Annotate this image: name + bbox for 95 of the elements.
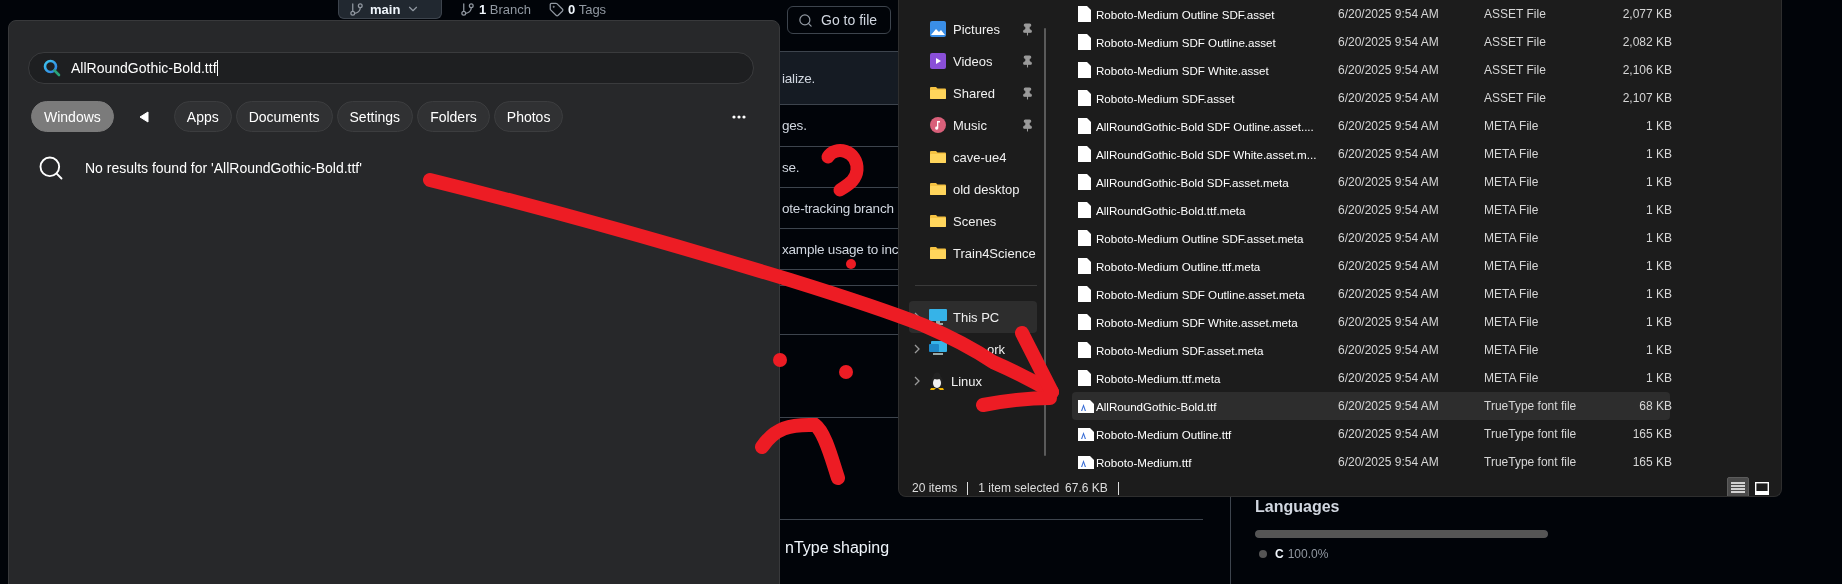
triangle-icon bbox=[138, 110, 149, 123]
commit-message: ialize. bbox=[782, 70, 816, 86]
font-file-icon bbox=[1078, 427, 1094, 441]
font-file-icon bbox=[1078, 399, 1094, 413]
go-to-file-button[interactable]: Go to file bbox=[787, 6, 891, 34]
file-row[interactable]: Roboto-Medium SDF White.asset.meta 6/20/2025 9:54 AM META File 1 KB bbox=[1072, 308, 1670, 336]
ink-dot bbox=[839, 365, 853, 379]
search-field[interactable]: AllRoundGothic-Bold.ttf bbox=[28, 52, 754, 84]
branch-icon bbox=[349, 1, 364, 17]
file-row[interactable]: AllRoundGothic-Bold SDF.asset.meta 6/20/2025 9:54 AM META File 1 KB bbox=[1072, 168, 1670, 196]
file-icon bbox=[1078, 314, 1091, 330]
file-row[interactable]: Roboto-Medium SDF Outline.asset 6/20/2025 9:54 AM ASSET File 2,082 KB bbox=[1072, 28, 1670, 56]
languages-heading: Languages bbox=[1255, 498, 1340, 516]
nav-item[interactable]: Shared bbox=[899, 77, 1049, 109]
filter-chip[interactable]: Documents bbox=[235, 101, 333, 132]
chevron-icon bbox=[914, 376, 920, 386]
music-icon bbox=[930, 117, 946, 133]
file-row[interactable]: Roboto-Medium Outline SDF.asset.meta 6/20/2025 9:54 AM META File 1 KB bbox=[1072, 224, 1670, 252]
branch-selector[interactable]: main bbox=[338, 0, 442, 19]
file-row[interactable]: Roboto-Medium SDF.asset 6/20/2025 9:54 AM ASSET File 2,107 KB bbox=[1072, 84, 1670, 112]
folder-icon bbox=[930, 182, 946, 196]
file-icon bbox=[1078, 258, 1091, 274]
preview-view-icon bbox=[1755, 481, 1769, 495]
pictures-icon bbox=[930, 21, 946, 37]
search-icon bbox=[37, 154, 65, 182]
folder-icon bbox=[930, 86, 946, 100]
readme-text: nType shaping bbox=[785, 539, 890, 556]
text-cursor bbox=[216, 60, 218, 76]
chevron-icon bbox=[914, 344, 920, 354]
font-file-icon bbox=[1078, 455, 1094, 469]
search-icon bbox=[798, 12, 813, 28]
nav-item[interactable]: old desktop bbox=[899, 173, 1049, 205]
commit-message: xample usage to inc bbox=[782, 241, 899, 257]
filter-chip[interactable]: Photos bbox=[493, 101, 564, 132]
more-icon bbox=[732, 114, 746, 119]
filter-chip[interactable]: Settings bbox=[336, 101, 414, 132]
file-icon bbox=[1078, 230, 1091, 246]
nav-item[interactable]: This PC bbox=[953, 309, 1000, 325]
no-results-message: No results found for 'AllRoundGothic-Bold.ttf' bbox=[85, 160, 362, 176]
nav-item[interactable]: Pictures bbox=[899, 13, 1049, 45]
filter-chip[interactable]: Windows bbox=[31, 101, 114, 132]
ink-dot bbox=[773, 353, 787, 367]
file-icon bbox=[1078, 286, 1091, 302]
file-row[interactable]: AllRoundGothic-Bold SDF White.asset.m... 6/20/2025 9:54 AM META File 1 KB bbox=[1072, 140, 1670, 168]
file-icon bbox=[1078, 62, 1091, 78]
nav-item[interactable]: Scenes bbox=[899, 205, 1049, 237]
file-row[interactable]: Roboto-Medium Outline.ttf.meta 6/20/2025 9:54 AM META File 1 KB bbox=[1072, 252, 1670, 280]
videos-icon bbox=[930, 53, 946, 69]
file-icon bbox=[1078, 146, 1091, 162]
folder-icon bbox=[930, 246, 946, 260]
network-icon bbox=[929, 341, 947, 357]
search-icon bbox=[43, 59, 61, 77]
file-row[interactable]: Roboto-Medium SDF Outline.asset.meta 6/20/2025 9:54 AM META File 1 KB bbox=[1072, 280, 1670, 308]
tag-icon bbox=[549, 1, 565, 17]
file-row[interactable]: AllRoundGothic-Bold.ttf 6/20/2025 9:54 AM TrueType font file 68 KB bbox=[1072, 392, 1670, 420]
nav-item[interactable]: Videos bbox=[899, 45, 1049, 77]
filter-chip[interactable]: Folders bbox=[417, 101, 490, 132]
file-icon bbox=[1078, 202, 1091, 218]
item-count: 20 items bbox=[912, 481, 958, 495]
filter-chip[interactable]: Apps bbox=[173, 101, 232, 132]
file-icon bbox=[1078, 174, 1091, 190]
nav-item[interactable]: Train4Science bbox=[899, 237, 1049, 269]
file-row[interactable]: AllRoundGothic-Bold SDF Outline.asset.... 6/20/2025 9:54 AM META File 1 KB bbox=[1072, 112, 1670, 140]
commit-message: ote-tracking branch bbox=[782, 200, 894, 216]
monitor-icon bbox=[929, 309, 947, 325]
file-row[interactable]: Roboto-Medium.ttf.meta 6/20/2025 9:54 AM META File 1 KB bbox=[1072, 364, 1670, 392]
nav-item[interactable]: Music bbox=[899, 109, 1049, 141]
tags-link[interactable]: 0 Tags bbox=[549, 0, 607, 18]
file-icon bbox=[1078, 34, 1091, 50]
folder-icon bbox=[930, 150, 946, 164]
file-row[interactable]: AllRoundGothic-Bold.ttf.meta 6/20/2025 9:54 AM META File 1 KB bbox=[1072, 196, 1670, 224]
commit-message: se. bbox=[782, 159, 800, 175]
penguin-icon bbox=[929, 372, 945, 390]
file-icon bbox=[1078, 342, 1091, 358]
file-icon bbox=[1078, 370, 1091, 386]
file-icon bbox=[1078, 90, 1091, 106]
commit-message: ges. bbox=[782, 118, 807, 133]
file-row[interactable]: Roboto-Medium Outline SDF.asset 6/20/2025 9:54 AM ASSET File 2,077 KB bbox=[1072, 0, 1670, 28]
language-name: C bbox=[1275, 547, 1284, 561]
view-button[interactable] bbox=[1727, 477, 1749, 496]
file-icon bbox=[1078, 6, 1091, 22]
file-row[interactable]: Roboto-Medium.ttf 6/20/2025 9:54 AM TrueType font file 165 KB bbox=[1072, 448, 1670, 476]
details-view-icon bbox=[1731, 482, 1745, 494]
language-share: 100.0% bbox=[1287, 547, 1329, 561]
selection-size: 67.6 KB bbox=[1065, 481, 1108, 495]
file-row[interactable]: Roboto-Medium SDF White.asset 6/20/2025 9:54 AM ASSET File 2,106 KB bbox=[1072, 56, 1670, 84]
folder-icon bbox=[930, 214, 946, 228]
branches-link[interactable]: 1 Branch bbox=[460, 0, 532, 18]
nav-item[interactable]: cave-ue4 bbox=[899, 141, 1049, 173]
file-row[interactable]: Roboto-Medium Outline.ttf 6/20/2025 9:54 AM TrueType font file 165 KB bbox=[1072, 420, 1670, 448]
file-icon bbox=[1078, 118, 1091, 134]
selection-count: 1 item selected bbox=[978, 481, 1060, 495]
nav-item[interactable]: Linux bbox=[951, 373, 983, 389]
file-row[interactable]: Roboto-Medium SDF.asset.meta 6/20/2025 9:54 AM META File 1 KB bbox=[1072, 336, 1670, 364]
branch-icon bbox=[460, 1, 475, 17]
